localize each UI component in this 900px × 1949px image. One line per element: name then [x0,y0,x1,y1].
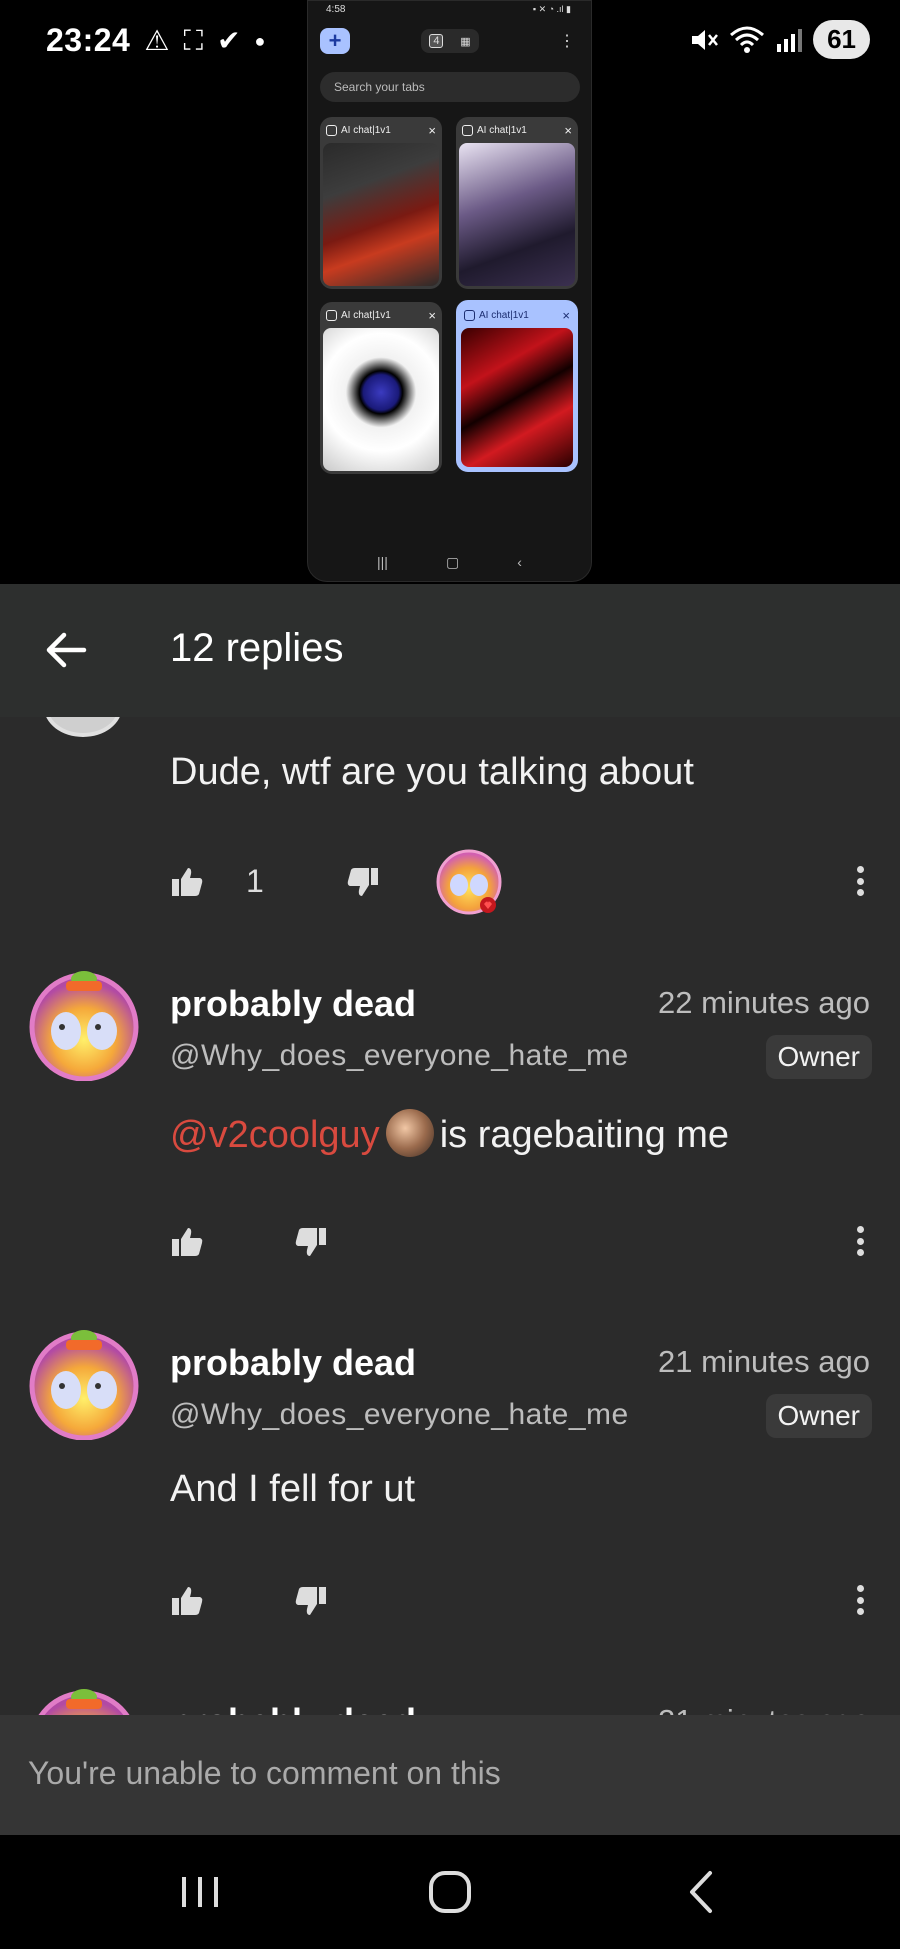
comment-text: @v2coolguy is ragebaiting me [170,1109,729,1157]
like-icon[interactable] [170,1225,204,1259]
tab-card-header: AI chat|1v1 × [320,302,442,328]
more-options-icon[interactable] [850,1221,870,1261]
embedded-search: Search your tabs [320,72,580,102]
dislike-icon[interactable] [346,865,380,899]
embedded-menu-icon: ⋮ [559,33,575,50]
back-icon: ‹ [517,554,522,570]
close-icon: × [564,122,572,138]
close-icon: × [428,307,436,323]
app-bar: 12 replies [0,584,900,717]
back-nav-button[interactable] [672,1867,732,1917]
battery-level: 61 [813,20,870,59]
system-nav-bar [0,1835,900,1949]
comment-handle[interactable]: @Why_does_everyone_hate_me [170,1039,629,1073]
avatar[interactable] [44,717,122,737]
tab-card-title: AI chat|1v1 [479,309,529,321]
tab-card-preview [461,328,573,467]
close-icon: × [562,307,570,323]
tab-switcher: 4 ▦ [421,29,479,53]
owner-badge: Owner [765,1035,872,1079]
comment-text: And I fell for ut [170,1468,416,1510]
comment-time: 21 minutes ago [658,1703,870,1715]
comment-disabled-bar: You're unable to comment on this [0,1715,900,1835]
dislike-icon[interactable] [294,1225,328,1259]
comment-handle[interactable]: @Why_does_everyone_hate_me [170,1398,629,1432]
embedded-screenshot: 4:58 ▪ ✕ ◔ .ıl ▮ + 4 ▦ ⋮ Search your tab… [307,0,592,582]
status-right: 61 [689,20,870,59]
more-options-icon[interactable] [850,1580,870,1620]
comment-author[interactable]: probably dead [170,983,416,1025]
replies-list[interactable]: Dude, wtf are you talking about 1 probab… [0,717,900,1715]
tab-card-title: AI chat|1v1 [477,124,527,136]
chat-logo-icon [462,124,473,136]
wifi-icon [730,26,765,53]
tab-card-preview [323,143,439,286]
arrow-left-icon [46,632,87,668]
dot-icon: ● [254,30,266,51]
comment-time: 21 minutes ago [658,1344,870,1379]
chat-logo-icon [464,309,475,321]
home-button[interactable] [420,1867,480,1917]
like-icon[interactable] [170,1584,204,1618]
comment-text: Dude, wtf are you talking about [170,751,694,793]
comment-time: 22 minutes ago [658,985,870,1020]
comment-author[interactable]: probably dead [170,1342,416,1384]
signal-icon [777,28,803,52]
avatar[interactable] [26,1324,142,1440]
new-tab-icon: + [320,28,350,54]
comment-actions: 1 [170,849,870,915]
like-icon[interactable] [170,865,204,899]
tab-card-title: AI chat|1v1 [341,309,391,321]
dislike-icon[interactable] [294,1584,328,1618]
back-button[interactable] [40,624,92,676]
tab-card-preview [323,328,439,471]
avatar[interactable] [26,965,142,1081]
mute-icon [692,29,719,50]
mention-avatar [385,1109,434,1157]
mention-link[interactable]: @v2coolguy [170,1114,380,1156]
creator-heart-icon [436,849,502,915]
tab-card-header: AI chat|1v1 × [320,117,442,143]
tab-card-active: AI chat|1v1 × [456,300,578,472]
comment-actions [170,1576,870,1626]
owner-badge: Owner [765,1394,872,1438]
check-icon: ✔ [217,24,241,56]
recents-icon: ||| [377,554,388,570]
more-options-icon[interactable] [850,861,870,901]
tab-card-header: AI chat|1v1 × [456,117,578,143]
grid-icon: ▦ [460,35,471,48]
home-icon: ▢ [445,554,460,570]
comment-body: is ragebaiting me [439,1114,730,1156]
tab-card: AI chat|1v1 × [320,117,442,289]
embedded-status-icons: ▪ ✕ ◔ .ıl ▮ [532,4,571,14]
close-icon: × [428,122,436,138]
chat-logo-icon [326,309,337,321]
comment-disabled-text: You're unable to comment on this [28,1755,501,1791]
comment-actions [170,1217,870,1267]
comment-author[interactable]: probably dead [170,1701,416,1715]
embedded-status-time: 4:58 [326,4,346,15]
tab-count: 4 [429,34,444,48]
status-time: 23:24 [46,22,131,58]
page-title: 12 replies [170,626,344,670]
tab-card-preview [459,143,575,286]
screenshot-icon: ⛶ [183,24,204,56]
like-count: 1 [246,863,264,899]
status-left: 23:24 ⚠ ⛶ ✔ ● [46,22,265,59]
avatar[interactable] [26,1683,142,1715]
tab-card-header: AI chat|1v1 × [458,302,576,328]
tab-card: AI chat|1v1 × [320,302,442,474]
embedded-nav-bar: ||| ▢ ‹ [308,554,591,571]
recents-button[interactable] [170,1867,230,1917]
tab-card-title: AI chat|1v1 [341,124,391,136]
tab-card: AI chat|1v1 × [456,117,578,289]
alert-icon: ⚠ [144,24,170,56]
chat-logo-icon [326,124,337,136]
